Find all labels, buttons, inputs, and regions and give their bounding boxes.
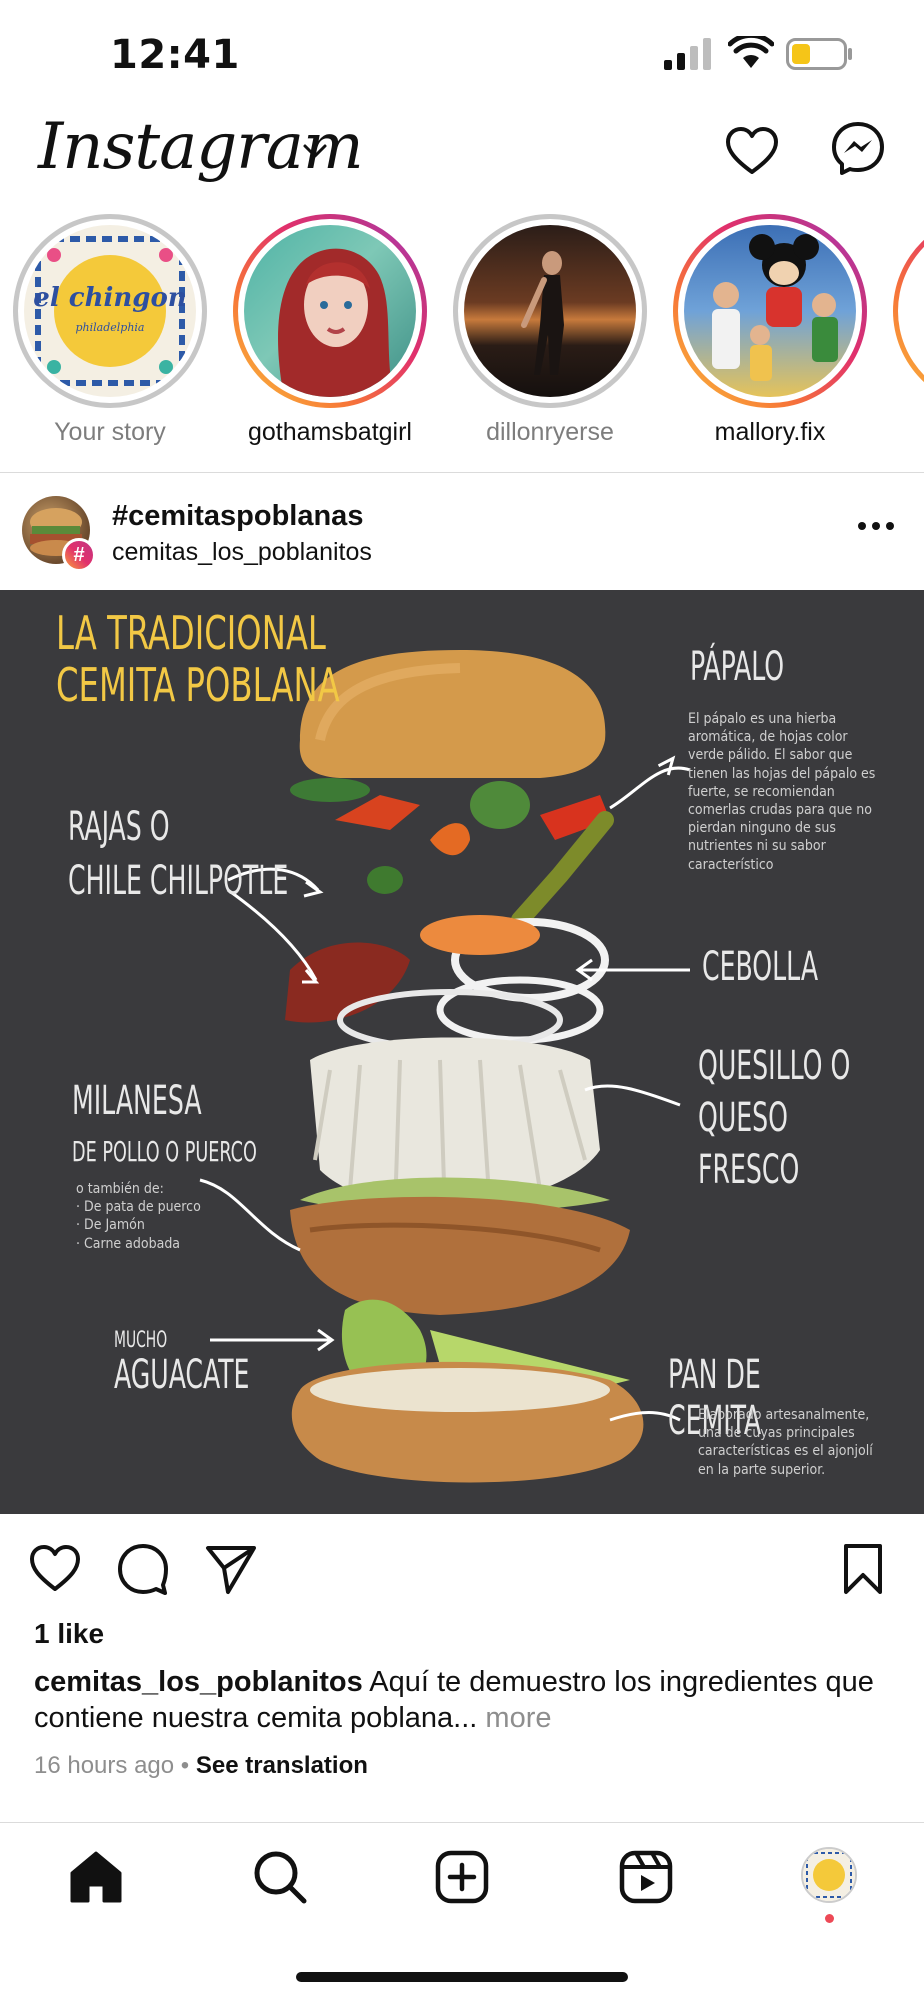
- story-label: Your story: [54, 418, 166, 446]
- post-header: # #cemitaspoblanas cemitas_los_poblanito…: [0, 486, 924, 582]
- home-indicator: [296, 1972, 628, 1982]
- label-quesillo: QUESILLO O QUESO FRESCO: [698, 1040, 856, 1196]
- messenger-icon[interactable]: [830, 120, 886, 176]
- story-your-story[interactable]: el chingon philadelphia Your story: [10, 214, 210, 447]
- story-gothamsbatgirl[interactable]: gothamsbatgirl: [230, 214, 430, 447]
- wifi-icon: [728, 36, 774, 68]
- more-icon[interactable]: [856, 520, 896, 532]
- story-ring: el chingon philadelphia: [13, 214, 207, 408]
- label-aguacate-small: MUCHO: [114, 1328, 168, 1353]
- story-label: gothamsbatgirl: [248, 418, 412, 446]
- gothamsbatgirl-avatar: [244, 225, 416, 397]
- quesillo-line1: QUESILLO O: [698, 1043, 851, 1089]
- chevron-down-icon[interactable]: [302, 140, 328, 162]
- rajas-line2: CHILE CHILPOTLE: [68, 858, 289, 904]
- caption-username[interactable]: cemitas_los_poblanitos: [34, 1666, 363, 1698]
- story-ring: [893, 214, 924, 408]
- story-ring: [673, 214, 867, 408]
- post-image[interactable]: LA TRADICIONAL CEMITA POBLANA PÁPALO El …: [0, 590, 924, 1514]
- story-label: dillonryerse: [486, 418, 614, 446]
- image-title: LA TRADICIONAL CEMITA POBLANA: [56, 606, 340, 712]
- signal-icon: [664, 38, 711, 70]
- see-translation-link[interactable]: See translation: [196, 1752, 368, 1779]
- caption-more-link[interactable]: more: [485, 1702, 551, 1734]
- image-title-line2: CEMITA POBLANA: [56, 657, 340, 712]
- reels-icon[interactable]: [616, 1847, 676, 1907]
- dillonryerse-avatar: [464, 225, 636, 397]
- label-papalo: PÁPALO: [690, 644, 785, 690]
- share-icon[interactable]: [204, 1542, 258, 1596]
- label-milanesa-sub: DE POLLO O PUERCO: [72, 1135, 257, 1168]
- home-icon[interactable]: [66, 1847, 126, 1907]
- likes-count[interactable]: 1 like: [34, 1618, 104, 1650]
- story-label: mallory.fix: [714, 418, 826, 446]
- milanesa-description: o también de: · De pata de puerco · De J…: [76, 1181, 201, 1252]
- app-header: Instagram: [0, 110, 924, 210]
- story-ring: [453, 214, 647, 408]
- stories-divider: [0, 472, 924, 473]
- bottom-tab-bar: [0, 1822, 924, 1942]
- quesillo-line2: QUESO FRESCO: [698, 1095, 800, 1193]
- like-heart-icon[interactable]: [28, 1542, 82, 1596]
- post-account[interactable]: cemitas_los_poblanitos: [112, 538, 372, 567]
- create-icon[interactable]: [432, 1847, 492, 1907]
- comment-icon[interactable]: [116, 1542, 170, 1596]
- story-ring: [233, 214, 427, 408]
- partial-avatar: [904, 225, 924, 397]
- bookmark-icon[interactable]: [836, 1542, 890, 1596]
- battery-icon: [786, 38, 852, 70]
- your-story-avatar: el chingon philadelphia: [24, 225, 196, 397]
- story-dillonryerse[interactable]: dillonryerse: [450, 214, 650, 447]
- rajas-line1: RAJAS O: [68, 804, 170, 850]
- papalo-description: El pápalo es una hierba aromática, de ho…: [688, 711, 876, 873]
- status-time: 12:41: [110, 32, 240, 78]
- hashtag-badge: #: [62, 538, 96, 572]
- label-aguacate: AGUACATE: [114, 1352, 250, 1398]
- image-title-line1: LA TRADICIONAL: [56, 606, 326, 660]
- profile-tab-avatar[interactable]: [801, 1847, 857, 1903]
- post-meta: 16 hours ago • See translation: [34, 1752, 368, 1780]
- your-story-avatar-text: el chingon: [33, 283, 187, 313]
- story-mallory-fix[interactable]: mallory.fix: [670, 214, 870, 447]
- your-story-avatar-sub: philadelphia: [75, 321, 145, 334]
- post-time: 16 hours ago: [34, 1752, 175, 1779]
- heart-icon[interactable]: [724, 124, 780, 180]
- stories-tray: el chingon philadelphia Your story gotha…: [0, 214, 924, 454]
- label-cebolla: CEBOLLA: [702, 944, 819, 990]
- post-hashtag[interactable]: #cemitaspoblanas: [112, 500, 363, 533]
- label-rajas: RAJAS O CHILE CHILPOTLE: [68, 800, 288, 908]
- status-bar: 12:41: [0, 0, 924, 110]
- post-caption: cemitas_los_poblanitos Aquí te demuestro…: [34, 1664, 894, 1736]
- meta-separator: •: [174, 1752, 196, 1779]
- label-milanesa: MILANESA: [72, 1078, 202, 1124]
- search-icon[interactable]: [250, 1847, 310, 1907]
- story-next-partial[interactable]: [890, 214, 924, 408]
- pan-description: Elaborado artesanalmente, una de cuyas p…: [698, 1407, 873, 1478]
- post-actions: [0, 1520, 924, 1610]
- mallory-fix-avatar: [684, 225, 856, 397]
- notification-dot: [825, 1914, 834, 1923]
